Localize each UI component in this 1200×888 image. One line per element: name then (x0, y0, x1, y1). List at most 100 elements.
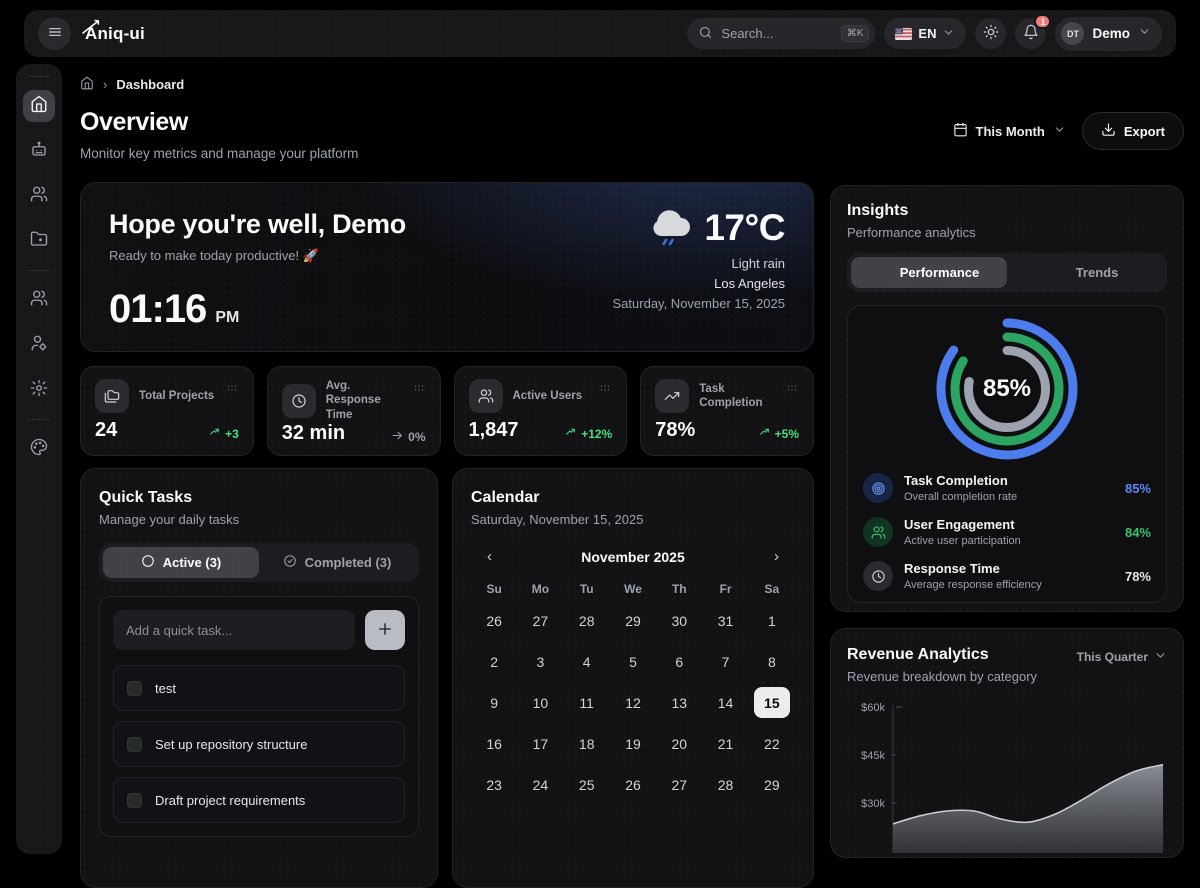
calendar-day[interactable]: 26 (471, 600, 517, 641)
stat-value: 78% (655, 419, 695, 442)
calendar-day[interactable]: 12 (610, 682, 656, 723)
calendar-day[interactable]: 28 (702, 764, 748, 805)
quick-tasks-card: Quick Tasks Manage your daily tasks Acti… (80, 468, 438, 888)
check-circle-icon (283, 554, 297, 571)
tab-trends[interactable]: Trends (1007, 257, 1163, 288)
tab-active-tasks[interactable]: Active (3) (103, 547, 259, 578)
task-checkbox[interactable] (127, 737, 142, 752)
notifications-button[interactable]: 1 (1015, 18, 1046, 49)
language-selector[interactable]: EN (884, 18, 966, 49)
calendar-day[interactable]: 21 (702, 723, 748, 764)
calendar-day-selected[interactable]: 15 (749, 682, 795, 723)
task-label: Draft project requirements (155, 793, 305, 808)
drag-handle-icon[interactable] (598, 381, 612, 400)
search-input[interactable]: Search... ⌘K (687, 18, 875, 49)
top-header: Aniq-ui Search... ⌘K EN 1 DT Demo (24, 10, 1176, 57)
day-number: 15 (754, 687, 790, 718)
calendar-day[interactable]: 1 (749, 600, 795, 641)
sidebar-item-settings[interactable] (23, 374, 55, 406)
prev-month-button[interactable]: ‹ (487, 548, 492, 565)
calendar-day[interactable]: 5 (610, 641, 656, 682)
performance-panel: 85% Task Completion Overall completion r… (847, 305, 1167, 603)
sidebar-item-home[interactable] (23, 90, 55, 122)
sidebar-item-users[interactable] (23, 180, 55, 212)
stats-row: Total Projects 24 +3 Avg. Response Time … (80, 366, 814, 456)
theme-toggle-button[interactable] (975, 18, 1006, 49)
calendar-day[interactable]: 2 (471, 641, 517, 682)
calendar-day[interactable]: 7 (702, 641, 748, 682)
day-number: 2 (476, 646, 512, 677)
calendar-day[interactable]: 4 (564, 641, 610, 682)
revenue-period-selector[interactable]: This Quarter (1077, 649, 1167, 665)
drag-handle-icon[interactable] (785, 381, 799, 400)
export-button[interactable]: Export (1082, 112, 1184, 150)
page-title: Overview (80, 108, 358, 137)
calendar-day[interactable]: 13 (656, 682, 702, 723)
task-checkbox[interactable] (127, 681, 142, 696)
home-icon[interactable] (80, 76, 94, 93)
task-label: Set up repository structure (155, 737, 307, 752)
calendar-day[interactable]: 9 (471, 682, 517, 723)
tab-performance[interactable]: Performance (851, 257, 1007, 288)
sidebar-divider (28, 76, 50, 77)
calendar-day[interactable]: 20 (656, 723, 702, 764)
calendar-day[interactable]: 27 (656, 764, 702, 805)
calendar-day[interactable]: 27 (517, 600, 563, 641)
calendar-day[interactable]: 28 (564, 600, 610, 641)
calendar-day[interactable]: 24 (517, 764, 563, 805)
calendar-day[interactable]: 6 (656, 641, 702, 682)
brand-logo: Aniq-ui (85, 24, 145, 44)
calendar-day[interactable]: 8 (749, 641, 795, 682)
calendar-day[interactable]: 23 (471, 764, 517, 805)
calendar-day[interactable]: 31 (702, 600, 748, 641)
day-number: 12 (615, 687, 651, 718)
rocket-logo-icon (80, 17, 102, 39)
calendar-day[interactable]: 17 (517, 723, 563, 764)
calendar-day[interactable]: 29 (610, 600, 656, 641)
calendar-day[interactable]: 22 (749, 723, 795, 764)
add-task-input[interactable] (113, 610, 355, 650)
sun-icon (983, 24, 999, 43)
task-label: test (155, 681, 176, 696)
period-selector[interactable]: This Month (953, 122, 1066, 140)
sidebar-item-folder[interactable] (23, 225, 55, 257)
metric-subtitle: Average response efficiency (904, 579, 1042, 591)
add-task-button[interactable] (365, 610, 405, 650)
drag-handle-icon[interactable] (412, 381, 426, 400)
clock-meridiem: PM (215, 309, 239, 327)
stat-label: Avg. Response Time (326, 379, 402, 422)
day-number: 8 (754, 646, 790, 677)
sidebar-item-palette[interactable] (23, 433, 55, 465)
menu-button[interactable] (38, 17, 71, 50)
calendar-day[interactable]: 26 (610, 764, 656, 805)
user-menu[interactable]: DT Demo (1055, 17, 1162, 51)
calendar-grid: 2627282930311234567891011121314151617181… (471, 600, 795, 805)
calendar-day[interactable]: 16 (471, 723, 517, 764)
trending-up-icon (1052, 263, 1068, 282)
calendar-day[interactable]: 29 (749, 764, 795, 805)
sidebar-item-users[interactable] (23, 284, 55, 316)
revenue-title: Revenue Analytics (847, 646, 1037, 664)
calendar-day[interactable]: 18 (564, 723, 610, 764)
next-month-button[interactable]: › (774, 548, 779, 565)
day-number: 17 (522, 728, 558, 759)
day-number: 25 (569, 769, 605, 800)
calendar-day[interactable]: 30 (656, 600, 702, 641)
task-checkbox[interactable] (127, 793, 142, 808)
calendar-day[interactable]: 14 (702, 682, 748, 723)
sidebar-item-user-cog[interactable] (23, 329, 55, 361)
sidebar-item-bot[interactable] (23, 135, 55, 167)
drag-handle-icon[interactable] (225, 381, 239, 400)
calendar-day[interactable]: 19 (610, 723, 656, 764)
tab-completed-tasks[interactable]: Completed (3) (259, 547, 415, 578)
weather-condition: Light rain (613, 256, 785, 271)
breadcrumb-current[interactable]: Dashboard (116, 77, 184, 92)
stat-label: Total Projects (139, 389, 215, 403)
weather-city: Los Angeles (613, 276, 785, 291)
day-header: Tu (564, 582, 610, 596)
calendar-day[interactable]: 10 (517, 682, 563, 723)
calendar-day[interactable]: 11 (564, 682, 610, 723)
calendar-day[interactable]: 25 (564, 764, 610, 805)
calendar-day[interactable]: 3 (517, 641, 563, 682)
users-icon (863, 517, 893, 547)
